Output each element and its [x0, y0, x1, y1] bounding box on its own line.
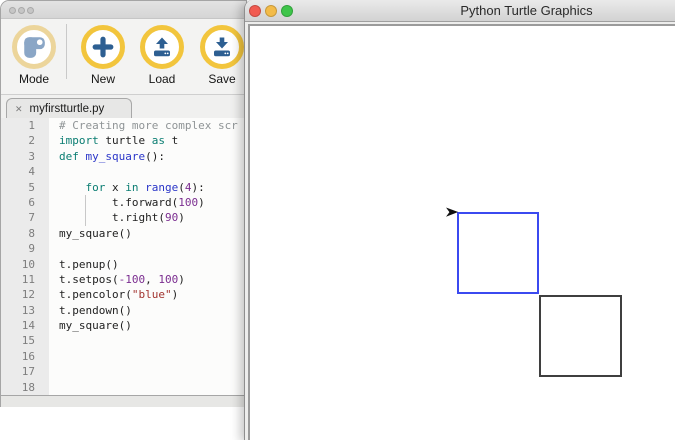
code-line: 4	[1, 164, 246, 179]
code-line: 11t.setpos(-100, 100)	[1, 272, 246, 287]
line-number: 13	[1, 303, 49, 318]
load-button-label: Load	[149, 72, 176, 86]
line-number: 7	[1, 210, 49, 225]
save-button[interactable]: Save	[191, 25, 247, 86]
code-line: 3def my_square():	[1, 149, 246, 164]
turtle-cursor-icon	[446, 207, 459, 218]
mode-icon	[12, 25, 56, 69]
line-number: 18	[1, 380, 49, 395]
line-number: 9	[1, 241, 49, 256]
code-line: 16	[1, 349, 246, 364]
save-button-label: Save	[208, 72, 235, 86]
zoom-button-icon[interactable]	[281, 5, 293, 17]
code-line: 12t.pencolor("blue")	[1, 287, 246, 302]
black-square	[539, 295, 622, 377]
code-line: 2import turtle as t	[1, 133, 246, 148]
minimize-button-icon[interactable]	[265, 5, 277, 17]
download-icon	[200, 25, 244, 69]
mu-titlebar[interactable]	[1, 1, 246, 19]
code-editor[interactable]: 1# Creating more complex scr2import turt…	[1, 118, 246, 396]
line-number: 5	[1, 180, 49, 195]
mu-editor-window: Mode New Load	[0, 0, 247, 407]
close-tab-icon[interactable]: ✕	[15, 104, 23, 115]
line-number: 11	[1, 272, 49, 287]
upload-icon	[140, 25, 184, 69]
plus-icon	[81, 25, 125, 69]
tab-label: myfirstturtle.py	[30, 103, 105, 115]
code-line: 9	[1, 241, 246, 256]
line-number: 10	[1, 257, 49, 272]
new-button-label: New	[91, 72, 115, 86]
code-line: 15	[1, 333, 246, 348]
code-line: 10t.penup()	[1, 257, 246, 272]
line-number: 1	[1, 118, 49, 133]
mode-button-label: Mode	[19, 72, 49, 86]
line-number: 2	[1, 133, 49, 148]
new-button[interactable]: New	[72, 25, 134, 86]
code-line: 17	[1, 364, 246, 379]
zoom-button-inactive-icon[interactable]	[27, 7, 34, 14]
tab-bar: ✕ myfirstturtle.py	[1, 94, 246, 118]
code-line: 5 for x in range(4):	[1, 180, 246, 195]
load-button[interactable]: Load	[131, 25, 193, 86]
toolbar-divider	[66, 24, 67, 79]
tab-myfirstturtle[interactable]: ✕ myfirstturtle.py	[6, 98, 132, 119]
code-line: 7 t.right(90)	[1, 210, 246, 225]
line-number: 4	[1, 164, 49, 179]
code-line: 13t.pendown()	[1, 303, 246, 318]
line-number: 16	[1, 349, 49, 364]
line-number: 12	[1, 287, 49, 302]
code-line: 8my_square()	[1, 226, 246, 241]
indent-guide	[85, 195, 86, 226]
line-number: 8	[1, 226, 49, 241]
code-line: 18	[1, 380, 246, 395]
line-number: 6	[1, 195, 49, 210]
code-line: 1# Creating more complex scr	[1, 118, 246, 133]
mode-button[interactable]: Mode	[3, 25, 65, 86]
line-number: 15	[1, 333, 49, 348]
blue-square	[457, 212, 539, 294]
turtle-titlebar[interactable]: Python Turtle Graphics	[245, 0, 675, 22]
close-button-icon[interactable]	[249, 5, 261, 17]
line-number: 14	[1, 318, 49, 333]
code-line: 6 t.forward(100)	[1, 195, 246, 210]
minimize-button-inactive-icon[interactable]	[18, 7, 25, 14]
turtle-graphics-window: Python Turtle Graphics	[244, 0, 675, 440]
window-title: Python Turtle Graphics	[245, 0, 675, 22]
toolbar: Mode New Load	[1, 19, 246, 94]
status-bar	[1, 395, 246, 407]
line-number: 17	[1, 364, 49, 379]
turtle-canvas	[248, 24, 675, 440]
line-number: 3	[1, 149, 49, 164]
code-lines: 1# Creating more complex scr2import turt…	[1, 118, 246, 395]
close-button-inactive-icon[interactable]	[9, 7, 16, 14]
code-line: 14my_square()	[1, 318, 246, 333]
